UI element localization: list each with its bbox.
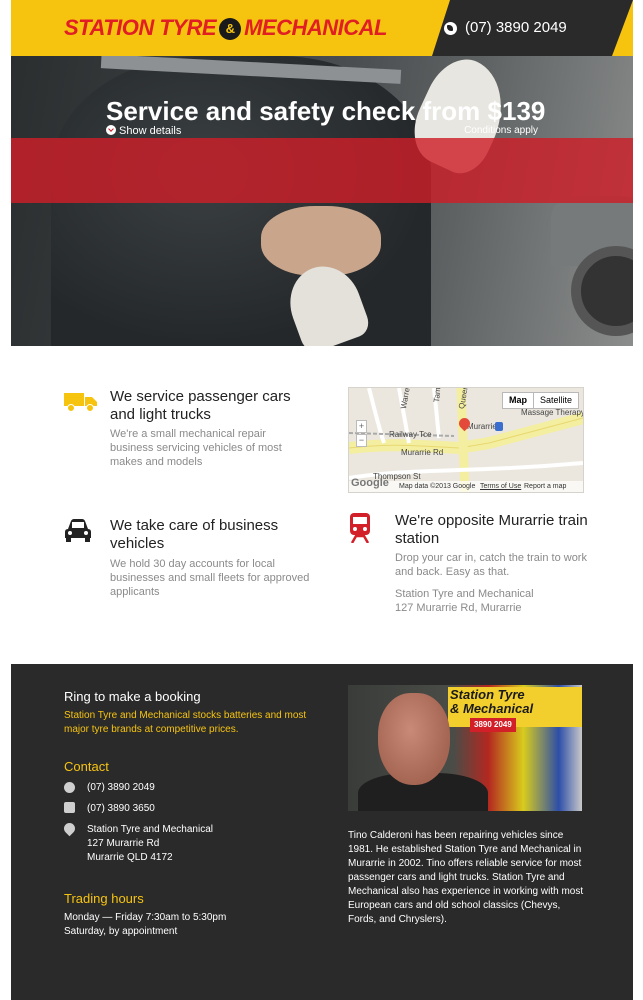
map-label-massage: Massage Therapy [521,408,584,417]
location-map[interactable]: Map Satellite + − Railway Tce Murarrie R… [348,387,584,493]
shop-sign-line1: Station Tyre [450,687,525,702]
trading-hours-weekday: Monday — Friday 7:30am to 5:30pm [64,912,227,923]
google-logo[interactable]: Google [351,478,389,489]
map-attribution: Google Map data ©2013 Google Terms of Us… [349,478,583,492]
promo-band [11,138,633,203]
map-label-murarrie-rd: Murarrie Rd [401,448,444,457]
map-type-satellite-button[interactable]: Satellite [534,393,578,408]
contact-address-line2: 127 Murarrie Rd [87,838,160,849]
train-station-marker-icon [495,422,503,431]
owner-face [378,693,450,785]
train-icon [350,513,370,543]
site-header: STATION TYRE & MECHANICAL (07) 3890 2049 [11,0,633,56]
show-details-link[interactable]: Show details [106,124,181,138]
site-logo[interactable]: STATION TYRE & MECHANICAL [64,14,387,42]
logo-text-left: STATION TYRE [64,15,217,40]
feature-passenger-title: We service passenger cars and light truc… [110,388,291,423]
promo-title: Service and safety check from $139 [106,96,546,126]
map-report-link[interactable]: Report a map error [524,481,583,492]
logo-text-right: MECHANICAL [244,15,387,40]
feature-train-address-line1: Station Tyre and Mechanical [395,588,534,600]
shop-sign-line2: & Mechanical [450,701,534,716]
feature-train-body: Drop your car in, catch the train to wor… [395,552,587,578]
phone-icon [64,782,75,793]
booking-body: Station Tyre and Mechanical stocks batte… [64,710,307,735]
feature-business-body: We hold 30 day accounts for local busine… [110,558,310,598]
map-label-tam: Tam [432,387,443,403]
map-label-railway: Railway Tce [389,430,432,439]
contact-fax: (07) 3890 3650 [87,803,155,814]
contact-address-line1: Station Tyre and Mechanical [87,824,214,835]
map-data-text: Map data ©2013 Google [399,483,476,490]
page: STATION TYRE & MECHANICAL (07) 3890 2049 S… [11,0,633,1000]
shop-sign-phone: 3890 2049 [470,718,516,732]
car-icon [65,519,91,542]
feature-business-title: We take care of business vehicles [110,517,279,552]
map-type-map-button[interactable]: Map [503,393,534,408]
fax-icon [64,802,75,813]
owner-photo: Station Tyre & Mechanical 3890 2049 [348,685,582,811]
header-phone-number[interactable]: (07) 3890 2049 [465,18,567,38]
logo-ampersand: & [219,18,242,40]
feature-passenger-body: We're a small mechanical repair business… [110,428,282,468]
trading-hours-saturday: Saturday, by appointment [64,926,178,937]
map-zoom-control: + − [356,420,367,448]
shop-sign-text: Station Tyre & Mechanical 3890 2049 [450,688,533,732]
owner-bio: Tino Calderoni has been repairing vehicl… [348,830,584,925]
map-zoom-out-button[interactable]: − [356,434,367,447]
feature-train-title: We're opposite Murarrie train station [395,512,588,547]
phone-icon [444,22,457,35]
map-label-murarrie: Murarrie [467,422,497,431]
feature-train-address-line2: 127 Murarrie Rd, Murarrie [395,602,522,614]
map-terms-link[interactable]: Terms of Use [480,481,521,492]
contact-address-line3: Murarrie QLD 4172 [87,852,173,863]
chevron-down-icon [106,125,116,135]
truck-icon [64,393,97,412]
contact-title: Contact [64,759,109,774]
show-details-label: Show details [119,125,182,137]
conditions-apply: Conditions apply [464,125,538,136]
map-zoom-in-button[interactable]: + [356,420,367,433]
header-phone[interactable]: (07) 3890 2049 [432,0,633,56]
booking-title: Ring to make a booking [64,689,201,704]
map-type-toggle[interactable]: Map Satellite [501,392,579,409]
trading-hours-title: Trading hours [64,891,144,906]
contact-phone[interactable]: (07) 3890 2049 [87,781,155,795]
